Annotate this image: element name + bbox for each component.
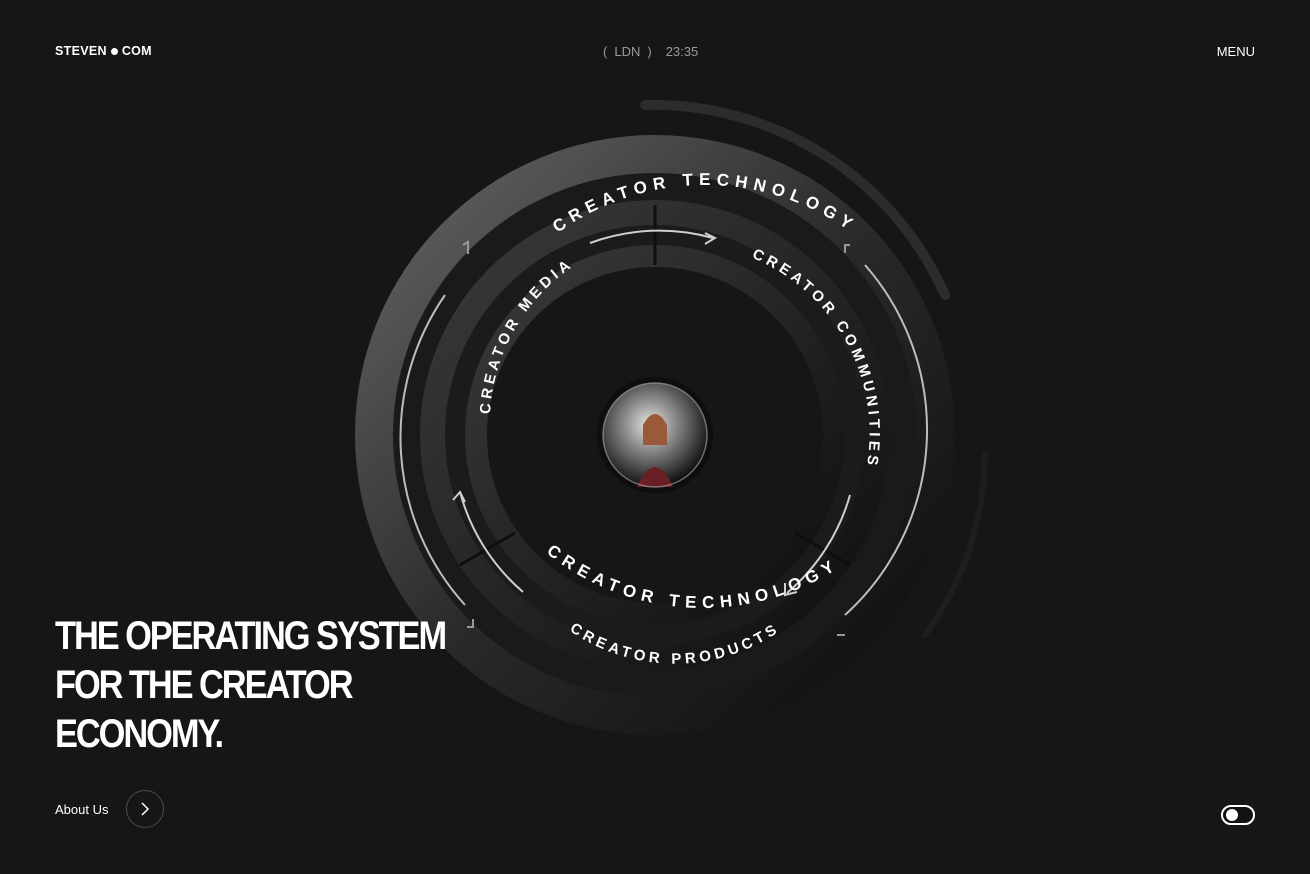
- site-logo[interactable]: STEVEN COM: [55, 44, 152, 58]
- about-us-link[interactable]: About Us: [55, 790, 165, 828]
- about-us-arrow-button[interactable]: [126, 790, 165, 828]
- logo-text-left: STEVEN: [55, 44, 107, 58]
- hero-headline: THE OPERATING SYSTEM FOR THE CREATOR ECO…: [55, 612, 447, 759]
- theme-toggle[interactable]: [1221, 805, 1255, 825]
- logo-text-right: COM: [121, 44, 152, 58]
- about-us-label: About Us: [55, 801, 109, 817]
- menu-button[interactable]: MENU: [1217, 44, 1255, 59]
- page: STEVEN COM ( LDN ) 23:35 MENU CREATOR TE…: [0, 0, 1310, 874]
- logo-dot-icon: [110, 47, 118, 55]
- locale-open-paren: (: [603, 44, 608, 59]
- headline-line-3: ECONOMY.: [55, 712, 224, 756]
- headline-line-2: FOR THE CREATOR: [55, 663, 354, 707]
- location-clock: ( LDN ) 23:35: [603, 44, 698, 59]
- local-time: 23:35: [665, 44, 699, 59]
- chevron-right-icon: [141, 802, 150, 816]
- locale-close-paren: ): [647, 44, 652, 59]
- headline-line-1: THE OPERATING SYSTEM: [55, 614, 447, 658]
- theme-toggle-knob: [1226, 809, 1238, 821]
- locale-city: LDN: [614, 44, 641, 59]
